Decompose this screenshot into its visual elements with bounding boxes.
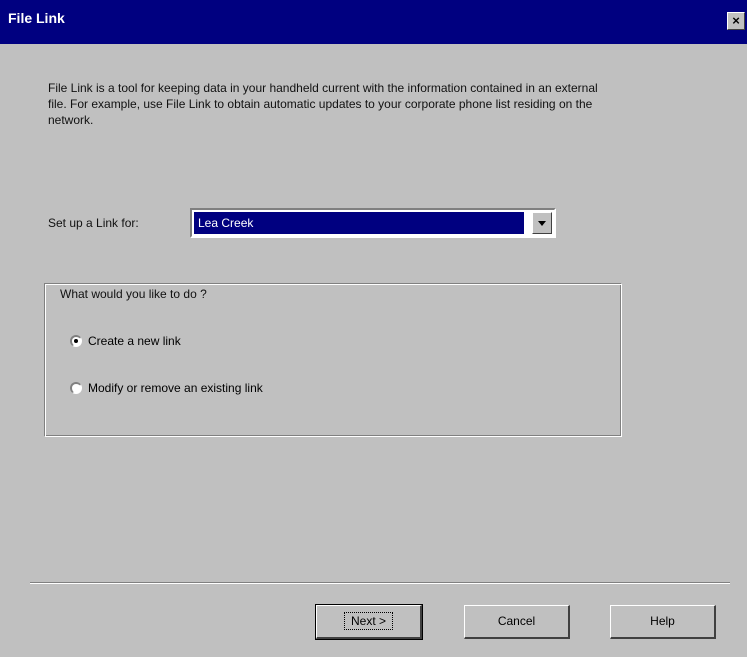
title-bar: File Link × bbox=[0, 0, 747, 44]
modify-link-radio[interactable] bbox=[70, 382, 82, 394]
window-title: File Link bbox=[8, 10, 65, 26]
create-link-label: Create a new link bbox=[88, 334, 181, 348]
modify-link-label: Modify or remove an existing link bbox=[88, 381, 263, 395]
chevron-down-icon[interactable] bbox=[532, 212, 552, 234]
help-button[interactable]: Help bbox=[610, 605, 716, 639]
next-button-label: Next > bbox=[343, 612, 393, 630]
user-select[interactable]: Lea Creek bbox=[190, 208, 556, 238]
next-button[interactable]: Next > bbox=[315, 604, 423, 640]
create-link-option[interactable]: Create a new link bbox=[70, 334, 181, 348]
cancel-button[interactable]: Cancel bbox=[464, 605, 570, 639]
close-button[interactable]: × bbox=[727, 12, 745, 30]
footer-separator bbox=[30, 582, 730, 584]
link-for-label: Set up a Link for: bbox=[48, 216, 139, 230]
action-group-box bbox=[44, 283, 622, 437]
intro-text: File Link is a tool for keeping data in … bbox=[48, 81, 598, 127]
modify-link-option[interactable]: Modify or remove an existing link bbox=[70, 381, 263, 395]
user-select-value: Lea Creek bbox=[194, 212, 524, 234]
create-link-radio[interactable] bbox=[70, 335, 82, 347]
action-group-title: What would you like to do ? bbox=[60, 287, 207, 301]
